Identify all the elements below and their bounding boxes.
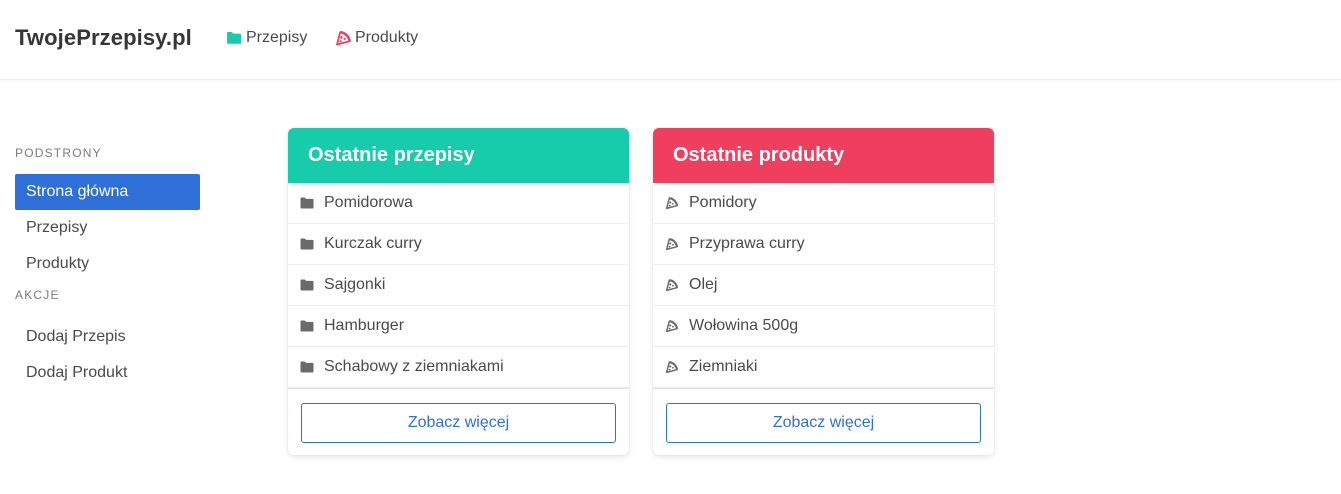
sidebar-item-dodaj-produkt[interactable]: Dodaj Produkt bbox=[15, 355, 200, 391]
list-item-label: Wołowina 500g bbox=[689, 317, 799, 334]
pizza-slice-icon bbox=[334, 29, 352, 47]
list-item[interactable]: Schabowy z ziemniakami bbox=[288, 347, 629, 388]
list-item-label: Hamburger bbox=[324, 317, 405, 334]
list-item-label: Sajgonki bbox=[324, 276, 386, 293]
list-item-label: Pomidory bbox=[689, 194, 757, 211]
list-item[interactable]: Sajgonki bbox=[288, 265, 629, 306]
list-item[interactable]: Kurczak curry bbox=[288, 224, 629, 265]
menu-list-podstrony: Strona główna Przepisy Produkty bbox=[15, 174, 200, 282]
list-item-label: Schabowy z ziemniakami bbox=[324, 358, 504, 375]
list-item[interactable]: Przyprawa curry bbox=[653, 224, 994, 265]
sidebar-item-dodaj-przepis[interactable]: Dodaj Przepis bbox=[15, 319, 200, 355]
sidebar-item-przepisy[interactable]: Przepisy bbox=[15, 210, 200, 246]
list-item-label: Olej bbox=[689, 276, 718, 293]
pizza-slice-icon bbox=[665, 360, 679, 374]
list-item-label: Przyprawa curry bbox=[689, 235, 805, 252]
sidebar-item-produkty[interactable]: Produkty bbox=[15, 246, 200, 282]
top-navbar: TwojePrzepisy.pl Przepisy Produkty bbox=[0, 0, 1341, 80]
list-item[interactable]: Olej bbox=[653, 265, 994, 306]
pizza-slice-icon bbox=[665, 319, 679, 333]
pizza-slice-icon bbox=[665, 237, 679, 251]
sidebar-item-strona-glowna[interactable]: Strona główna bbox=[15, 174, 200, 210]
sidebar-menu: PODSTRONY Strona główna Przepisy Produkt… bbox=[15, 146, 200, 391]
menu-label-podstrony: PODSTRONY bbox=[15, 146, 102, 160]
card-footer: Zobacz więcej bbox=[288, 388, 629, 443]
list-item[interactable]: Ziemniaki bbox=[653, 347, 994, 388]
list-item[interactable]: Pomidory bbox=[653, 183, 994, 224]
menu-list-akcje: Dodaj Przepis Dodaj Produkt bbox=[15, 319, 200, 391]
menu-label-akcje: AKCJE bbox=[15, 288, 60, 302]
recent-products-card: Ostatnie produkty Pomidory Przyprawa cur… bbox=[653, 128, 994, 455]
see-more-recipes-button[interactable]: Zobacz więcej bbox=[301, 403, 616, 443]
list-item[interactable]: Pomidorowa bbox=[288, 183, 629, 224]
list-item-label: Kurczak curry bbox=[324, 235, 422, 252]
nav-item-przepisy[interactable]: Przepisy bbox=[225, 29, 307, 47]
recent-recipes-card: Ostatnie przepisy Pomidorowa Kurczak cur… bbox=[288, 128, 629, 455]
nav-item-produkty[interactable]: Produkty bbox=[334, 29, 418, 47]
pizza-slice-icon bbox=[665, 196, 679, 210]
list-item-label: Ziemniaki bbox=[689, 358, 758, 375]
product-list: Pomidory Przyprawa curry Olej Wołowina 5… bbox=[653, 183, 994, 388]
brand-logo-text[interactable]: TwojePrzepisy.pl bbox=[15, 25, 192, 51]
folder-icon bbox=[300, 196, 314, 210]
folder-icon bbox=[300, 319, 314, 333]
folder-icon bbox=[300, 278, 314, 292]
pizza-slice-icon bbox=[665, 278, 679, 292]
nav-item-label: Produkty bbox=[355, 29, 419, 46]
list-item[interactable]: Wołowina 500g bbox=[653, 306, 994, 347]
card-footer: Zobacz więcej bbox=[653, 388, 994, 443]
list-item[interactable]: Hamburger bbox=[288, 306, 629, 347]
recipe-list: Pomidorowa Kurczak curry Sajgonki Hambur… bbox=[288, 183, 629, 388]
list-item-label: Pomidorowa bbox=[324, 194, 413, 211]
folder-icon bbox=[300, 360, 314, 374]
card-title: Ostatnie przepisy bbox=[288, 128, 629, 183]
folder-icon bbox=[300, 237, 314, 251]
folder-icon bbox=[225, 29, 243, 47]
see-more-products-button[interactable]: Zobacz więcej bbox=[666, 403, 981, 443]
card-title: Ostatnie produkty bbox=[653, 128, 994, 183]
nav-item-label: Przepisy bbox=[246, 29, 308, 46]
